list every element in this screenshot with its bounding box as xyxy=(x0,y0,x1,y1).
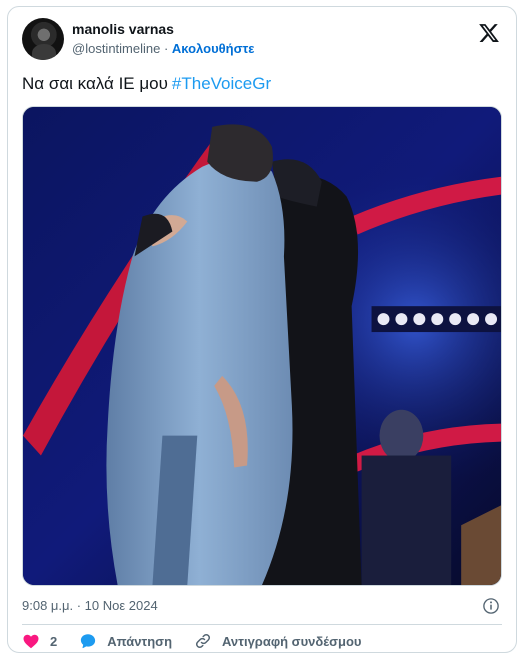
tweet-actions: 2 Απάντηση Αντιγραφή συνδέσμου xyxy=(22,631,502,651)
hashtag-link[interactable]: #TheVoiceGr xyxy=(172,74,271,93)
reply-button[interactable]: Απάντηση xyxy=(79,632,172,650)
author-handle-line: @lostintimeline · Ακολουθήστε xyxy=(72,40,254,58)
handle-separator: · xyxy=(160,41,172,56)
tweet-text: Να σαι καλά ΙΕ μου #TheVoiceGr xyxy=(22,73,271,95)
author-display-name[interactable]: manolis varnas xyxy=(72,20,254,38)
follow-button[interactable]: Ακολουθήστε xyxy=(172,41,255,56)
tweet-body: Να σαι καλά ΙΕ μου xyxy=(22,74,168,93)
info-icon[interactable] xyxy=(482,597,500,615)
avatar[interactable] xyxy=(22,18,64,60)
heart-icon xyxy=(23,634,39,649)
reply-label: Απάντηση xyxy=(107,633,173,649)
tweet-meta: 9:08 μ.μ. · 10 Νοε 2024 xyxy=(22,596,502,616)
tweet-card[interactable]: manolis varnas @lostintimeline · Ακολουθ… xyxy=(7,6,517,653)
link-icon xyxy=(196,633,211,649)
like-button[interactable]: 2 xyxy=(22,632,57,650)
copy-link-label: Αντιγραφή συνδέσμου xyxy=(222,633,362,649)
divider xyxy=(22,624,502,625)
like-count: 2 xyxy=(50,633,58,649)
tweet-media[interactable] xyxy=(22,106,502,586)
tweet-header: manolis varnas @lostintimeline · Ακολουθ… xyxy=(22,18,502,64)
copy-link-button[interactable]: Αντιγραφή συνδέσμου xyxy=(194,632,361,650)
x-logo-icon[interactable] xyxy=(478,22,500,44)
tweet-timestamp[interactable]: 9:08 μ.μ. · 10 Νοε 2024 xyxy=(22,598,158,613)
media-photo xyxy=(23,107,501,585)
speech-bubble-icon xyxy=(81,634,96,649)
author-handle[interactable]: @lostintimeline xyxy=(72,41,160,56)
author-names: manolis varnas @lostintimeline · Ακολουθ… xyxy=(72,20,254,58)
